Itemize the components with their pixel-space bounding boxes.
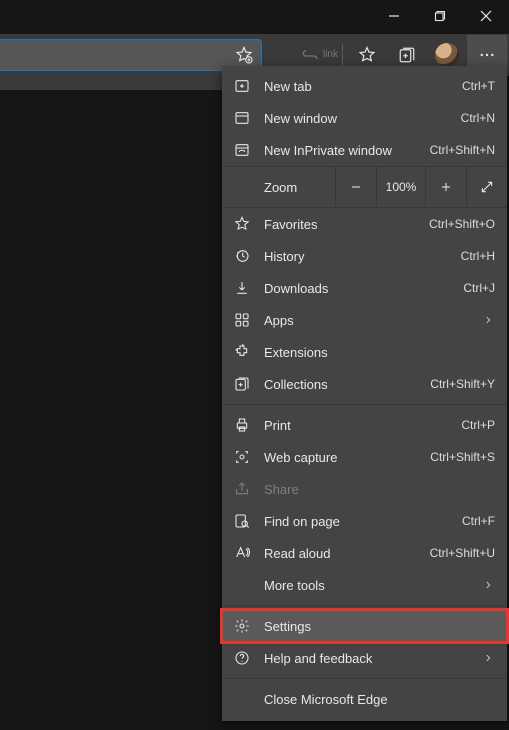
menu-item-print[interactable]: Print Ctrl+P: [222, 409, 507, 441]
fullscreen-button[interactable]: [466, 167, 507, 207]
menu-separator: [222, 605, 507, 606]
menu-item-accel: Ctrl+P: [461, 418, 495, 432]
menu-item-share: Share: [222, 473, 507, 505]
menu-item-read-aloud[interactable]: Read aloud Ctrl+Shift+U: [222, 537, 507, 569]
settings-icon: [232, 616, 252, 636]
chevron-right-icon: [481, 580, 495, 590]
menu-item-accel: Ctrl+Shift+U: [430, 546, 495, 560]
web-capture-icon: [232, 447, 252, 467]
menu-item-label: Downloads: [264, 281, 451, 296]
menu-item-web-capture[interactable]: Web capture Ctrl+Shift+S: [222, 441, 507, 473]
menu-item-accel: Ctrl+Shift+S: [430, 450, 495, 464]
read-aloud-icon: [232, 543, 252, 563]
settings-and-more-menu: New tab Ctrl+T New window Ctrl+N New InP…: [222, 66, 507, 721]
history-icon: [232, 246, 252, 266]
downloads-icon: [232, 278, 252, 298]
menu-item-label: Share: [264, 482, 495, 497]
menu-item-label: History: [264, 249, 449, 264]
menu-item-settings[interactable]: Settings: [222, 610, 507, 642]
help-icon: [232, 648, 252, 668]
menu-item-more-tools[interactable]: More tools: [222, 569, 507, 601]
menu-item-label: Print: [264, 418, 449, 433]
menu-item-history[interactable]: History Ctrl+H: [222, 240, 507, 272]
link-button-label: link: [323, 50, 338, 61]
new-tab-icon: [232, 76, 252, 96]
close-window-button[interactable]: [463, 1, 509, 31]
menu-item-apps[interactable]: Apps: [222, 304, 507, 336]
menu-item-extensions[interactable]: Extensions: [222, 336, 507, 368]
menu-item-collections[interactable]: Collections Ctrl+Shift+Y: [222, 368, 507, 400]
zoom-out-button[interactable]: [335, 167, 376, 207]
menu-item-label: New tab: [264, 79, 450, 94]
menu-item-accel: Ctrl+Shift+O: [429, 217, 495, 231]
menu-item-accel: Ctrl+N: [461, 111, 495, 125]
menu-item-label: Close Microsoft Edge: [264, 692, 495, 707]
menu-item-find[interactable]: Find on page Ctrl+F: [222, 505, 507, 537]
toolbar-separator: [342, 44, 343, 66]
menu-item-label: Apps: [264, 313, 469, 328]
zoom-percent: 100%: [376, 167, 425, 207]
menu-item-label: Collections: [264, 377, 418, 392]
new-window-icon: [232, 108, 252, 128]
menu-item-new-inprivate[interactable]: New InPrivate window Ctrl+Shift+N: [222, 134, 507, 166]
chevron-right-icon: [481, 315, 495, 325]
menu-item-accel: Ctrl+F: [462, 514, 495, 528]
menu-item-label: Read aloud: [264, 546, 418, 561]
menu-item-label: Help and feedback: [264, 651, 469, 666]
apps-icon: [232, 310, 252, 330]
zoom-label: Zoom: [222, 167, 335, 207]
extensions-icon: [232, 342, 252, 362]
maximize-button[interactable]: [417, 1, 463, 31]
collections-icon: [232, 374, 252, 394]
titlebar: [0, 0, 509, 32]
minimize-button[interactable]: [371, 1, 417, 31]
menu-item-label: Favorites: [264, 217, 417, 232]
menu-item-label: Settings: [264, 619, 495, 634]
menu-item-favorites[interactable]: Favorites Ctrl+Shift+O: [222, 208, 507, 240]
find-icon: [232, 511, 252, 531]
menu-separator: [222, 404, 507, 405]
menu-item-label: Extensions: [264, 345, 495, 360]
menu-item-label: Web capture: [264, 450, 418, 465]
chevron-right-icon: [481, 653, 495, 663]
menu-item-help[interactable]: Help and feedback: [222, 642, 507, 674]
favorites-icon: [232, 214, 252, 234]
avatar: [435, 43, 459, 67]
menu-item-accel: Ctrl+T: [462, 79, 495, 93]
menu-item-label: New InPrivate window: [264, 143, 418, 158]
menu-item-label: New window: [264, 111, 449, 126]
print-icon: [232, 415, 252, 435]
menu-item-accel: Ctrl+H: [461, 249, 495, 263]
menu-item-accel: Ctrl+J: [463, 281, 495, 295]
zoom-row: Zoom 100%: [222, 166, 507, 208]
menu-separator: [222, 678, 507, 679]
share-icon: [232, 479, 252, 499]
menu-item-label: Find on page: [264, 514, 450, 529]
menu-item-new-tab[interactable]: New tab Ctrl+T: [222, 70, 507, 102]
menu-item-accel: Ctrl+Shift+N: [430, 143, 495, 157]
zoom-in-button[interactable]: [425, 167, 466, 207]
menu-item-accel: Ctrl+Shift+Y: [430, 377, 495, 391]
menu-item-downloads[interactable]: Downloads Ctrl+J: [222, 272, 507, 304]
menu-item-close-edge[interactable]: Close Microsoft Edge: [222, 683, 507, 715]
menu-item-label: More tools: [264, 578, 469, 593]
menu-item-new-window[interactable]: New window Ctrl+N: [222, 102, 507, 134]
inprivate-icon: [232, 140, 252, 160]
